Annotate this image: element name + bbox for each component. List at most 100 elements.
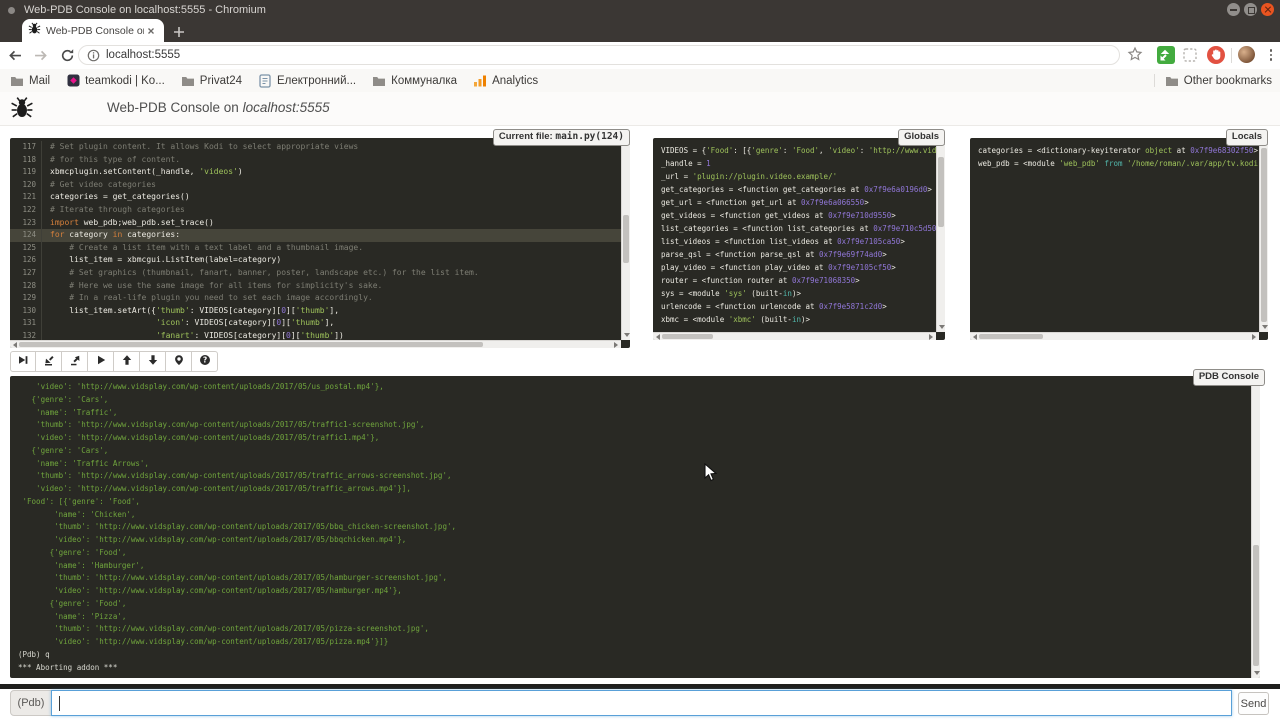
scroll-right-arrow-icon[interactable] <box>929 334 933 340</box>
scroll-down-arrow-icon[interactable] <box>624 333 630 337</box>
bookmark-label: Analytics <box>492 75 538 87</box>
globals-vertical-scrollbar[interactable] <box>936 138 945 332</box>
bookmark-label: Mail <box>29 75 50 87</box>
scrollbar-thumb[interactable] <box>623 215 629 263</box>
line-number: 117 <box>10 141 42 154</box>
console-line: 'name': 'Traffic', <box>10 407 1260 420</box>
variable-line: categories = <dictionary-keyiterator obj… <box>970 144 1268 157</box>
console-bottom-edge <box>0 684 1280 689</box>
console-line: {'genre': 'Food', <box>10 598 1260 611</box>
scrollbar-thumb[interactable] <box>1261 148 1267 322</box>
command-input[interactable] <box>51 690 1232 716</box>
scrollbar-thumb[interactable] <box>19 342 483 347</box>
line-number: 122 <box>10 204 42 217</box>
maximize-button[interactable] <box>1244 3 1257 16</box>
where-button[interactable] <box>166 351 192 372</box>
bookmark-star-icon[interactable] <box>1127 46 1143 67</box>
forward-button[interactable] <box>30 45 52 67</box>
extension-blocker-icon[interactable] <box>1207 46 1225 64</box>
bookmark-label: Privat24 <box>200 75 242 87</box>
code-line: 118# for this type of content. <box>10 154 630 167</box>
bookmark-item[interactable]: Analytics <box>473 74 538 88</box>
scroll-right-arrow-icon[interactable] <box>614 342 618 348</box>
console-line: 'video': 'http://www.vidsplay.com/wp-con… <box>10 483 1260 496</box>
folder-icon <box>10 74 24 88</box>
locals-vertical-scrollbar[interactable] <box>1259 138 1268 332</box>
minimize-button[interactable] <box>1227 3 1240 16</box>
scrollbar-thumb[interactable] <box>938 157 944 227</box>
globals-panel[interactable]: VIDEOS = {'Food': [{'genre': 'Food', 'vi… <box>653 138 945 340</box>
console-line: 'name': 'Traffic Arrows', <box>10 458 1260 471</box>
new-tab-button[interactable] <box>172 25 186 39</box>
extension-capture-icon[interactable] <box>1181 46 1199 64</box>
current-file-chip: Current file: main.py(124) <box>493 129 630 146</box>
scrollbar-thumb[interactable] <box>979 334 1043 339</box>
console-line: 'thumb': 'http://www.vidsplay.com/wp-con… <box>10 419 1260 432</box>
variable-line: web_pdb = <module 'web_pdb' from '/home/… <box>970 157 1268 170</box>
globals-horizontal-scrollbar[interactable] <box>653 332 936 340</box>
scroll-down-arrow-icon[interactable] <box>1254 671 1260 675</box>
code-line: 122# Iterate through categories <box>10 204 630 217</box>
variable-line: list_categories = <function list_categor… <box>653 222 945 235</box>
scroll-right-arrow-icon[interactable] <box>1252 334 1256 340</box>
code-line: 123import web_pdb;web_pdb.set_trace() <box>10 217 630 230</box>
browser-tab[interactable]: Web-PDB Console on loca <box>22 19 164 42</box>
scroll-left-arrow-icon[interactable] <box>656 334 660 340</box>
console-line: {'genre': 'Food', <box>10 547 1260 560</box>
bookmarks-list: Mail teamkodi | Ko... Privat24 Електронний.… <box>10 74 554 88</box>
console-vertical-scrollbar[interactable] <box>1251 376 1260 678</box>
console-line: {'genre': 'Cars', <box>10 394 1260 407</box>
console-line: 'video': 'http://www.vidsplay.com/wp-con… <box>10 636 1260 649</box>
pdb-console-panel[interactable]: 'video': 'http://www.vidsplay.com/wp-con… <box>10 376 1260 678</box>
locals-horizontal-scrollbar[interactable] <box>970 332 1259 340</box>
down-button[interactable] <box>140 351 166 372</box>
step-button[interactable] <box>36 351 62 372</box>
send-button[interactable]: Send <box>1238 692 1269 715</box>
variable-line: router = <function router at 0x7f9e71068… <box>653 274 945 287</box>
close-button[interactable] <box>1261 3 1274 16</box>
scroll-left-arrow-icon[interactable] <box>973 334 977 340</box>
locals-panel[interactable]: categories = <dictionary-keyiterator obj… <box>970 138 1268 340</box>
code-vertical-scrollbar[interactable] <box>621 138 630 340</box>
tab-close-icon[interactable] <box>144 24 158 38</box>
console-line: 'video': 'http://www.vidsplay.com/wp-con… <box>10 381 1260 394</box>
back-button[interactable] <box>4 45 26 67</box>
scrollbar-thumb[interactable] <box>662 334 713 339</box>
code-line: 119xbmcplugin.setContent(_handle, 'video… <box>10 166 630 179</box>
variable-line: urlencode = <function urlencode at 0x7f9… <box>653 300 945 313</box>
continue-button[interactable] <box>88 351 114 372</box>
reload-button[interactable] <box>56 45 78 67</box>
window-icon <box>8 7 15 14</box>
bookmark-item[interactable]: Електронний... <box>258 74 356 88</box>
scroll-down-arrow-icon[interactable] <box>1262 325 1268 329</box>
browser-menu-icon[interactable] <box>1264 47 1278 63</box>
variable-line: _handle = 1 <box>653 157 945 170</box>
scrollbar-thumb[interactable] <box>1253 545 1259 666</box>
other-bookmarks[interactable]: Other bookmarks <box>1184 75 1272 87</box>
profile-avatar[interactable] <box>1238 46 1255 63</box>
code-panel[interactable]: 117# Set plugin content. It allows Kodi … <box>10 138 630 348</box>
screen: Web-PDB Console on localhost:5555 - Chro… <box>0 0 1280 720</box>
up-button[interactable] <box>114 351 140 372</box>
code-horizontal-scrollbar[interactable] <box>10 340 621 348</box>
mouse-cursor <box>704 463 718 488</box>
next-button[interactable] <box>10 351 36 372</box>
help-button[interactable]: ? <box>192 351 218 372</box>
line-number: 129 <box>10 292 42 305</box>
bookmark-item[interactable]: Privat24 <box>181 74 242 88</box>
scroll-left-arrow-icon[interactable] <box>13 342 17 348</box>
line-number: 120 <box>10 179 42 192</box>
page-title-host: localhost:5555 <box>243 100 330 115</box>
bookmark-item[interactable]: Mail <box>10 74 50 88</box>
console-line: 'name': 'Pizza', <box>10 611 1260 624</box>
globals-chip: Globals <box>898 129 945 146</box>
bookmark-item[interactable]: teamkodi | Ko... <box>66 74 165 88</box>
return-button[interactable] <box>62 351 88 372</box>
address-bar[interactable]: localhost:5555 <box>78 45 1120 65</box>
bookmark-item[interactable]: Коммуналка <box>372 74 457 88</box>
extension-green-icon[interactable] <box>1157 46 1175 64</box>
site-info-icon[interactable] <box>87 49 100 62</box>
line-number: 130 <box>10 305 42 318</box>
locals-chip: Locals <box>1226 129 1268 146</box>
scroll-down-arrow-icon[interactable] <box>939 325 945 329</box>
